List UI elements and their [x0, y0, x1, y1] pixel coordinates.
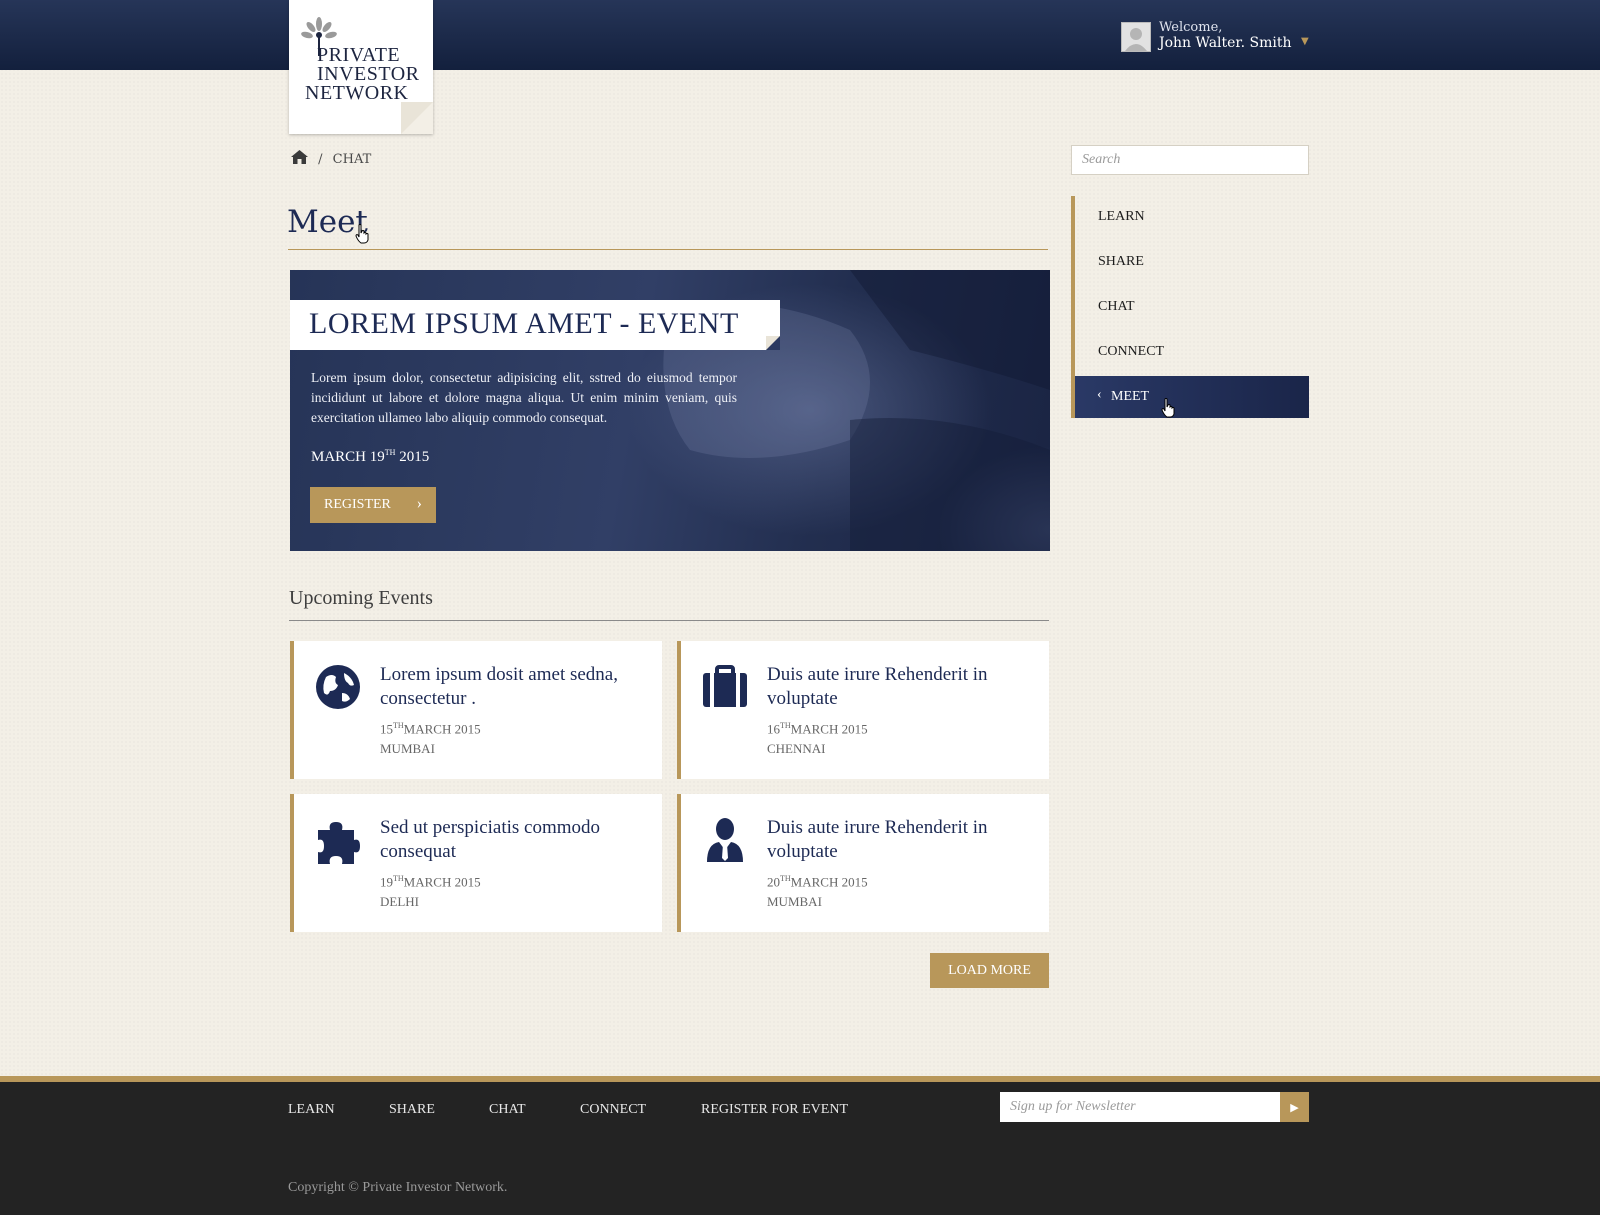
event-day: 20 [767, 874, 780, 890]
event-card[interactable]: Lorem ipsum dosit amet sedna, consectetu… [290, 641, 662, 779]
person-icon [707, 818, 743, 862]
logo-text: PRIVATE INVESTOR NETWORK [305, 45, 420, 103]
register-label: REGISTER [324, 497, 391, 512]
event-date: 19THMARCH 2015 [380, 874, 481, 890]
event-city: DELHI [380, 894, 419, 909]
puzzle-icon [318, 822, 360, 864]
event-month-year: MARCH 2015 [403, 874, 481, 890]
event-month-year: MARCH 2015 [403, 721, 481, 737]
logo-line: NETWORK [305, 82, 409, 104]
newsletter-email-field[interactable] [1000, 1092, 1280, 1122]
footer-link-learn[interactable]: LEARN [288, 1102, 335, 1118]
event-title[interactable]: Sed ut perspiciatis commodo consequat [380, 816, 640, 864]
event-day-suffix: TH [393, 874, 404, 883]
hero-date-suffix: TH [384, 448, 396, 457]
site-logo[interactable]: PRIVATE INVESTOR NETWORK [289, 0, 433, 134]
hero-date-year: 2015 [395, 449, 430, 465]
avatar[interactable] [1121, 22, 1151, 52]
breadcrumb-separator: / [318, 152, 323, 167]
load-more-button[interactable]: LOAD MORE [930, 953, 1049, 988]
breadcrumb-current: CHAT [332, 152, 372, 167]
hero-date-month: MARCH 19 [311, 449, 385, 465]
register-button[interactable]: REGISTER › [310, 487, 436, 523]
background-texture [0, 0, 1600, 1215]
event-date: 15THMARCH 2015 [380, 721, 481, 737]
footer-link-connect[interactable]: CONNECT [580, 1102, 646, 1118]
footer-link-register-for-event[interactable]: REGISTER FOR EVENT [701, 1102, 848, 1118]
event-day-suffix: TH [780, 874, 791, 883]
upcoming-events-heading: Upcoming Events [289, 587, 433, 609]
title-divider [288, 249, 1048, 250]
event-card[interactable]: Duis aute irure Rehenderit in voluptate … [677, 641, 1049, 779]
event-day: 15 [380, 721, 393, 737]
event-city: CHENNAI [767, 741, 826, 756]
event-title[interactable]: Lorem ipsum dosit amet sedna, consectetu… [380, 663, 640, 711]
sidebar-item-meet[interactable]: ‹ MEET [1075, 376, 1309, 418]
footer-link-chat[interactable]: CHAT [489, 1102, 526, 1118]
search-input[interactable] [1071, 145, 1309, 175]
event-month-year: MARCH 2015 [790, 721, 868, 737]
sidebar-item-connect[interactable]: CONNECT [1075, 331, 1309, 375]
home-icon[interactable] [291, 150, 308, 164]
event-city: MUMBAI [767, 894, 822, 909]
hand-cursor-icon [355, 224, 369, 244]
event-card[interactable]: Sed ut perspiciatis commodo consequat 19… [290, 794, 662, 932]
event-card[interactable]: Duis aute irure Rehenderit in voluptate … [677, 794, 1049, 932]
sidebar-item-chat[interactable]: CHAT [1075, 286, 1309, 330]
play-arrow-icon: ▶ [1290, 1101, 1299, 1114]
featured-event-banner: LOREM IPSUM AMET - EVENT Lorem ipsum dol… [290, 270, 1050, 551]
event-date: 20THMARCH 2015 [767, 874, 868, 890]
event-month-year: MARCH 2015 [790, 874, 868, 890]
briefcase-icon [703, 665, 747, 707]
hero-title: LOREM IPSUM AMET - EVENT [309, 307, 739, 340]
chevron-right-icon: › [416, 495, 422, 512]
newsletter-submit-button[interactable]: ▶ [1280, 1092, 1309, 1122]
dropdown-caret-icon[interactable]: ▼ [1301, 36, 1309, 47]
event-day-suffix: TH [393, 721, 404, 730]
copyright-text: Copyright © Private Investor Network. [288, 1180, 508, 1195]
event-title[interactable]: Duis aute irure Rehenderit in voluptate [767, 663, 1027, 711]
welcome-text: Welcome, [1159, 20, 1223, 35]
event-day: 16 [767, 721, 780, 737]
footer-link-share[interactable]: SHARE [389, 1102, 435, 1118]
chevron-left-icon: ‹ [1097, 387, 1102, 402]
sidebar-item-label: MEET [1111, 389, 1150, 404]
hero-date: MARCH 19TH 2015 [311, 448, 429, 466]
avatar-silhouette-icon [1122, 23, 1150, 51]
hand-cursor-icon [1161, 398, 1175, 418]
upcoming-divider [289, 620, 1049, 621]
breadcrumb: / CHAT [291, 150, 371, 167]
event-day: 19 [380, 874, 393, 890]
event-day-suffix: TH [780, 721, 791, 730]
footer: LEARN SHARE CHAT CONNECT REGISTER FOR EV… [0, 1082, 1600, 1215]
user-name[interactable]: John Walter. Smith [1159, 35, 1291, 51]
sidebar-item-share[interactable]: SHARE [1075, 241, 1309, 285]
hero-title-tab: LOREM IPSUM AMET - EVENT [290, 300, 780, 350]
user-menu[interactable]: Welcome, John Walter. Smith ▼ [1121, 20, 1311, 54]
sidebar-item-learn[interactable]: LEARN [1075, 196, 1309, 240]
event-city: MUMBAI [380, 741, 435, 756]
hero-tab-fold [766, 336, 780, 350]
hero-description: Lorem ipsum dolor, consectetur adipisici… [311, 370, 737, 425]
side-nav: LEARN SHARE CHAT CONNECT ‹ MEET [1071, 196, 1309, 418]
logo-page-fold [401, 102, 433, 134]
event-date: 16THMARCH 2015 [767, 721, 868, 737]
event-title[interactable]: Duis aute irure Rehenderit in voluptate [767, 816, 1027, 864]
top-bar: Welcome, John Walter. Smith ▼ [0, 0, 1600, 70]
globe-icon [316, 665, 360, 709]
